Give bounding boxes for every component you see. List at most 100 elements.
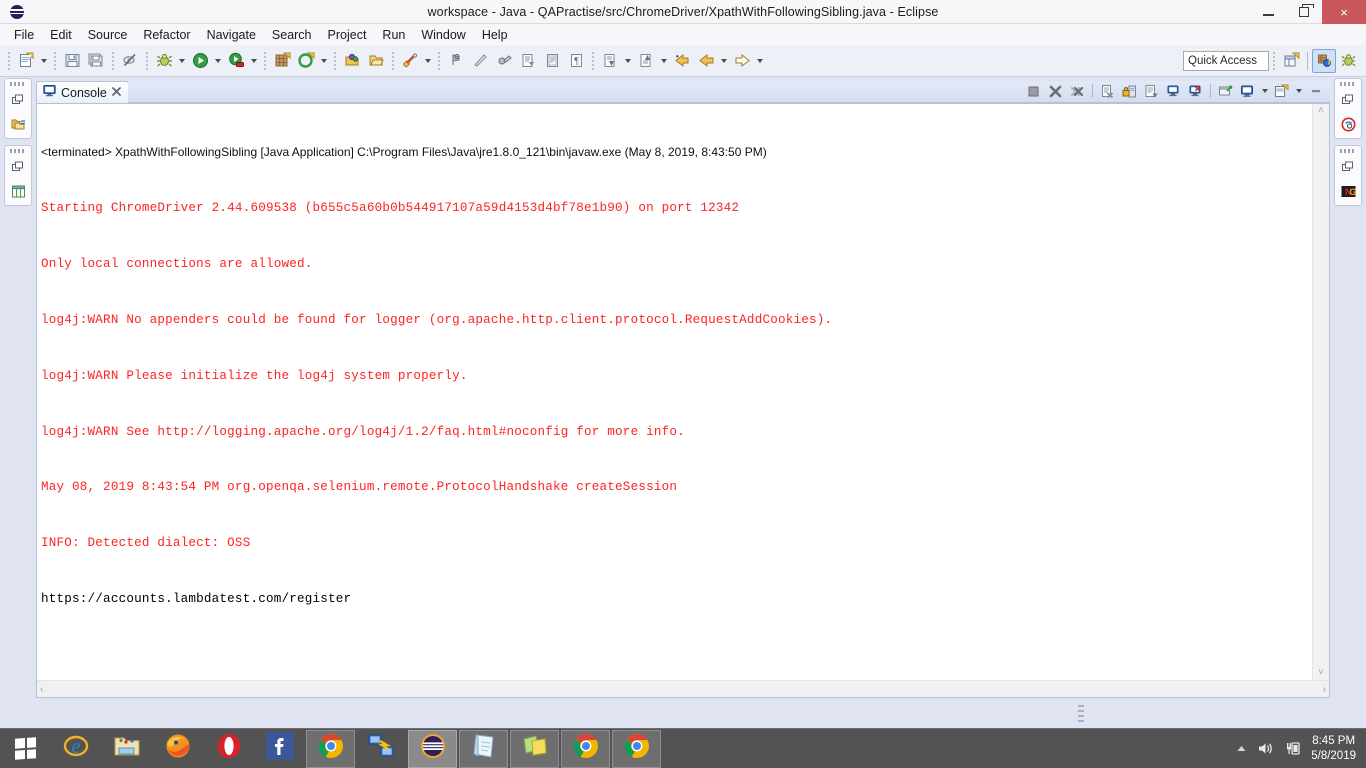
- taskbar-file-explorer[interactable]: [102, 730, 151, 768]
- menu-run[interactable]: Run: [374, 27, 413, 43]
- package-icon[interactable]: [270, 49, 294, 73]
- scroll-right-icon[interactable]: ›: [1323, 684, 1326, 695]
- menu-project[interactable]: Project: [320, 27, 375, 43]
- search-dropdown[interactable]: [422, 49, 434, 73]
- pilcrow-icon[interactable]: ¶: [564, 49, 588, 73]
- volume-icon[interactable]: [1257, 741, 1274, 756]
- menu-search[interactable]: Search: [264, 27, 320, 43]
- previous-annotation-icon[interactable]: [634, 49, 658, 73]
- annotation-icon[interactable]: [444, 49, 468, 73]
- save-icon[interactable]: [60, 49, 84, 73]
- back-dropdown[interactable]: [718, 49, 730, 73]
- last-edit-location-icon[interactable]: [670, 49, 694, 73]
- taskbar-chrome-window-1[interactable]: [561, 730, 610, 768]
- package-explorer-icon[interactable]: [8, 114, 28, 134]
- taskbar-notepad[interactable]: [459, 730, 508, 768]
- minimize-icon[interactable]: [1305, 81, 1326, 101]
- pin-console-icon[interactable]: [1215, 81, 1236, 101]
- mark-occurrences-icon[interactable]: [540, 49, 564, 73]
- scroll-up-icon[interactable]: ˄: [1318, 106, 1324, 116]
- debug-perspective-icon[interactable]: [1336, 49, 1360, 73]
- display-console-dropdown[interactable]: [1259, 81, 1270, 101]
- taskbar-opera[interactable]: [204, 730, 253, 768]
- close-icon[interactable]: [112, 87, 121, 99]
- skip-breakpoints-icon[interactable]: [468, 49, 492, 73]
- next-edit-icon[interactable]: [516, 49, 540, 73]
- scroll-down-icon[interactable]: ˅: [1318, 668, 1324, 678]
- menu-refactor[interactable]: Refactor: [135, 27, 198, 43]
- display-console-icon[interactable]: [1237, 81, 1258, 101]
- run-play-icon[interactable]: [188, 49, 212, 73]
- menu-help[interactable]: Help: [474, 27, 516, 43]
- taskbar-sticky-notes[interactable]: [510, 730, 559, 768]
- open-perspective-icon[interactable]: [1279, 49, 1303, 73]
- java-class-icon[interactable]: [294, 49, 318, 73]
- coverage-icon[interactable]: [224, 49, 248, 73]
- coverage-dropdown[interactable]: [248, 49, 260, 73]
- console-vertical-scrollbar[interactable]: ˄ ˅: [1312, 104, 1329, 680]
- outline-icon[interactable]: [8, 181, 28, 201]
- new-wizard-dropdown[interactable]: [38, 49, 50, 73]
- console-output[interactable]: <terminated> XpathWithFollowingSibling […: [37, 104, 1312, 680]
- selenium-fastview[interactable]: [1334, 78, 1362, 139]
- next-annotation-icon[interactable]: [598, 49, 622, 73]
- menu-navigate[interactable]: Navigate: [199, 27, 264, 43]
- debug-bug-icon[interactable]: [152, 49, 176, 73]
- menu-source[interactable]: Source: [80, 27, 136, 43]
- scroll-lock-icon[interactable]: [1119, 81, 1140, 101]
- taskbar-internet-explorer[interactable]: e: [51, 730, 100, 768]
- word-wrap-icon[interactable]: [1141, 81, 1162, 101]
- taskbar-eclipse[interactable]: [408, 730, 457, 768]
- java-class-dropdown[interactable]: [318, 49, 330, 73]
- tab-console[interactable]: Console: [36, 81, 129, 103]
- menu-edit[interactable]: Edit: [42, 27, 80, 43]
- package-explorer-fastview[interactable]: [4, 78, 32, 139]
- restore-icon[interactable]: [1338, 90, 1358, 110]
- open-console-icon[interactable]: [1271, 81, 1292, 101]
- taskbar-chrome-pinned[interactable]: [306, 730, 355, 768]
- scroll-left-icon[interactable]: ‹: [40, 684, 43, 695]
- java-perspective-icon[interactable]: [1312, 49, 1336, 73]
- outline-fastview[interactable]: [4, 145, 32, 206]
- breadcrumb-icon[interactable]: [118, 49, 142, 73]
- clear-console-icon[interactable]: [1097, 81, 1118, 101]
- restore-icon[interactable]: [8, 157, 28, 177]
- back-arrow-icon[interactable]: [694, 49, 718, 73]
- forward-dropdown[interactable]: [754, 49, 766, 73]
- quick-access-input[interactable]: Quick Access: [1183, 51, 1269, 71]
- search-icon[interactable]: [398, 49, 422, 73]
- selenium-icon[interactable]: [1338, 114, 1358, 134]
- forward-arrow-icon[interactable]: [730, 49, 754, 73]
- fastview-grip[interactable]: [10, 82, 26, 86]
- previous-annotation-dropdown[interactable]: [658, 49, 670, 73]
- taskbar-remote-desktop[interactable]: [357, 730, 406, 768]
- network-icon[interactable]: [1284, 741, 1301, 756]
- save-all-icon[interactable]: [84, 49, 108, 73]
- menu-file[interactable]: File: [6, 27, 42, 43]
- fastview-grip[interactable]: [1340, 149, 1356, 153]
- new-file-icon[interactable]: [14, 49, 38, 73]
- menu-window[interactable]: Window: [413, 27, 473, 43]
- terminate-icon[interactable]: [1023, 81, 1044, 101]
- show-console-output-icon[interactable]: [1163, 81, 1184, 101]
- open-console-dropdown[interactable]: [1293, 81, 1304, 101]
- taskbar-clock[interactable]: 8:45 PM 5/8/2019: [1311, 734, 1356, 764]
- external-tools-icon[interactable]: [492, 49, 516, 73]
- close-button[interactable]: ×: [1322, 0, 1366, 24]
- show-console-error-icon[interactable]: [1185, 81, 1206, 101]
- fastview-grip[interactable]: [10, 149, 26, 153]
- status-bar-resize-grip[interactable]: [1078, 705, 1084, 725]
- remove-all-terminated-icon[interactable]: [1067, 81, 1088, 101]
- taskbar-facebook[interactable]: [255, 730, 304, 768]
- taskbar-firefox[interactable]: [153, 730, 202, 768]
- restore-icon[interactable]: [8, 90, 28, 110]
- taskbar-chrome-window-2[interactable]: [612, 730, 661, 768]
- restore-icon[interactable]: [1338, 157, 1358, 177]
- open-task-icon[interactable]: [364, 49, 388, 73]
- maximize-button[interactable]: [1286, 0, 1322, 24]
- remove-launch-icon[interactable]: [1045, 81, 1066, 101]
- testng-fastview[interactable]: N G: [1334, 145, 1362, 206]
- fastview-grip[interactable]: [1340, 82, 1356, 86]
- debug-dropdown[interactable]: [176, 49, 188, 73]
- start-button[interactable]: [0, 729, 50, 768]
